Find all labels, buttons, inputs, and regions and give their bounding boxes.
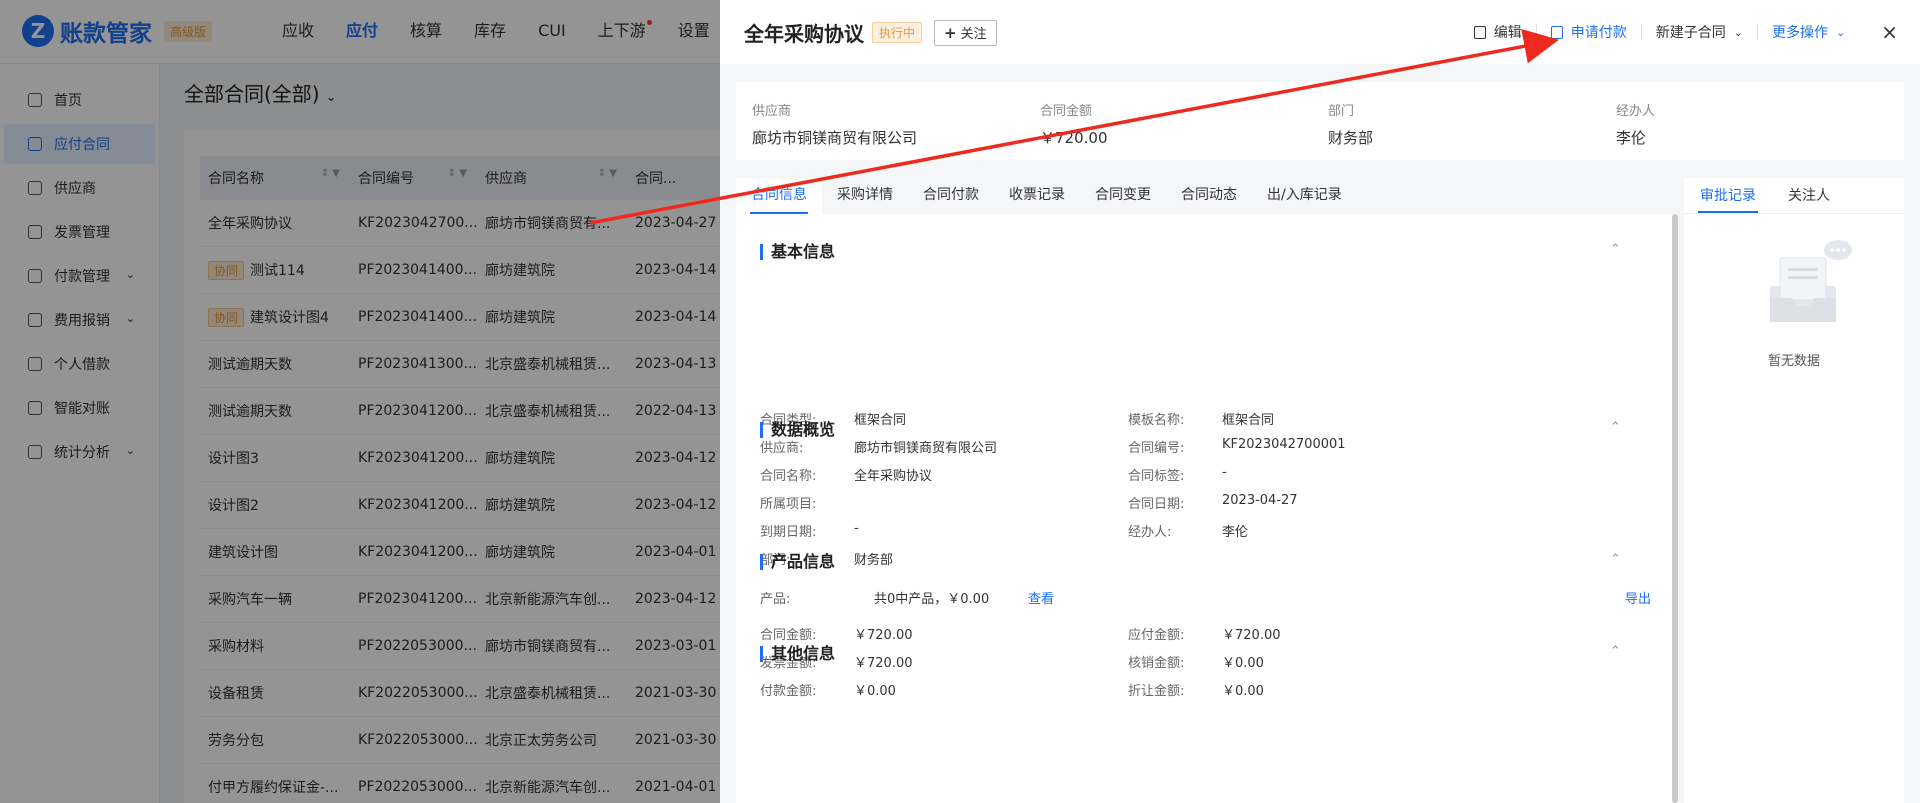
tab-stock-records[interactable]: 出/入库记录: [1252, 178, 1357, 214]
follow-button[interactable]: + 关注: [934, 20, 997, 46]
other-info-title: 其他信息: [760, 646, 835, 662]
data-overview-title: 数据概览: [760, 422, 835, 438]
empty-state-text: 暂无数据: [1767, 354, 1820, 369]
field-value: ￥0.00: [1222, 684, 1264, 699]
contract-detail-panel: 合同信息 采购详情 合同付款 收票记录 合同变更 合同动态 出/入库记录 基本信…: [736, 178, 1678, 803]
edit-icon: [1473, 25, 1486, 39]
status-badge: 执行中: [872, 22, 923, 43]
field-value: 李伦: [1222, 525, 1249, 540]
drawer-header: 全年采购协议 执行中 + 关注 编辑 申请付款 新建子合同 ⌄ 更多操作 ⌄ ×: [720, 0, 1920, 64]
summary-supplier: 供应商廊坊市铜镁商贸有限公司: [752, 100, 1040, 160]
field-value: 框架合同: [854, 413, 907, 428]
field-label: 合同标签:: [1128, 469, 1185, 484]
field-value: 全年采购协议: [854, 469, 933, 484]
field-label: 模板名称:: [1128, 413, 1185, 428]
edit-label: 编辑: [1493, 25, 1522, 41]
field-value: -: [1222, 465, 1227, 480]
detail-tabs: 合同信息 采购详情 合同付款 收票记录 合同变更 合同动态 出/入库记录: [736, 178, 1678, 214]
export-link[interactable]: 导出: [1625, 588, 1651, 607]
plus-icon: +: [944, 24, 957, 42]
field-value: ￥720.00: [1222, 628, 1281, 643]
summary-value: 廊坊市铜镁商贸有限公司: [752, 129, 918, 147]
field-value: KF2023042700001: [1222, 437, 1346, 452]
new-sub-contract-label: 新建子合同: [1655, 25, 1726, 41]
empty-inbox-icon: [1770, 240, 1852, 322]
more-actions-label: 更多操作: [1772, 25, 1829, 41]
field-value: ￥0.00: [1222, 656, 1264, 671]
summary-value: ￥720.00: [1040, 129, 1108, 147]
approval-tabs: 审批记录 关注人: [1684, 178, 1904, 214]
field-label: 合同金额:: [760, 628, 817, 643]
field-label: 经办人:: [1128, 525, 1172, 540]
field-value: 廊坊市铜镁商贸有限公司: [854, 441, 998, 456]
summary-label: 供应商: [752, 104, 792, 119]
tab-invoice-records[interactable]: 收票记录: [994, 178, 1080, 214]
field-value: 框架合同: [1222, 413, 1275, 428]
payment-request-icon: [1550, 25, 1563, 39]
drawer-overlay-mask[interactable]: [0, 0, 720, 803]
tab-contract-info[interactable]: 合同信息: [736, 178, 822, 214]
summary-department: 部门 财务部: [1328, 100, 1616, 160]
collapse-up-icon[interactable]: ⌃: [1610, 644, 1621, 659]
tab-contract-activity[interactable]: 合同动态: [1166, 178, 1252, 214]
approval-panel: 审批记录 关注人 暂无数据: [1684, 178, 1904, 803]
field-label: 到期日期:: [760, 525, 817, 540]
new-sub-contract-dropdown[interactable]: 新建子合同 ⌄: [1642, 22, 1757, 42]
tab-approval-records[interactable]: 审批记录: [1684, 178, 1772, 213]
collapse-up-icon[interactable]: ⌃: [1610, 420, 1621, 435]
field-label: 核销金额:: [1128, 656, 1185, 671]
field-label: 应付金额:: [1128, 628, 1185, 643]
field-label: 供应商:: [760, 441, 804, 456]
basic-info-title: 基本信息: [760, 244, 835, 260]
tab-purchase-detail[interactable]: 采购详情: [822, 178, 908, 214]
field-value: 财务部: [854, 553, 894, 568]
chevron-down-icon: ⌄: [1733, 25, 1744, 39]
collapse-up-icon[interactable]: ⌃: [1610, 242, 1621, 257]
field-label: 合同名称:: [760, 469, 817, 484]
field-label: 合同日期:: [1128, 497, 1185, 512]
scrollbar[interactable]: [1672, 214, 1678, 803]
summary-value: 李伦: [1616, 129, 1647, 147]
close-icon[interactable]: ×: [1859, 20, 1920, 44]
summary-handler: 经办人 李伦: [1616, 100, 1904, 160]
summary-label: 经办人: [1616, 104, 1656, 119]
summary-label: 部门: [1328, 104, 1355, 119]
product-info-title: 产品信息: [760, 554, 835, 570]
tab-followers[interactable]: 关注人: [1772, 178, 1846, 213]
summary-amount: 合同金额 ￥720.00: [1040, 100, 1328, 160]
field-label: 合同编号:: [1128, 441, 1185, 456]
contract-summary: 供应商廊坊市铜镁商贸有限公司 合同金额 ￥720.00 部门财务部 经办人李伦: [736, 82, 1904, 160]
field-label: 折让金额:: [1128, 684, 1185, 699]
tab-contract-payment[interactable]: 合同付款: [908, 178, 994, 214]
contract-detail-drawer: 全年采购协议 执行中 + 关注 编辑 申请付款 新建子合同 ⌄ 更多操作 ⌄ × 供应…: [720, 0, 1920, 803]
summary-value: 财务部: [1328, 129, 1374, 147]
field-value: ￥720.00: [854, 656, 913, 671]
more-actions-dropdown[interactable]: 更多操作 ⌄: [1758, 22, 1859, 42]
view-products-link[interactable]: 查看: [1028, 588, 1054, 607]
chevron-down-icon: ⌄: [1836, 25, 1846, 39]
tab-contract-changes[interactable]: 合同变更: [1080, 178, 1166, 214]
field-value: -: [854, 521, 859, 536]
drawer-title: 全年采购协议: [744, 22, 864, 46]
field-value: ￥0.00: [854, 684, 896, 699]
field-label: 付款金额:: [760, 684, 817, 699]
apply-payment-label: 申请付款: [1570, 25, 1627, 41]
collapse-up-icon[interactable]: ⌃: [1610, 552, 1621, 567]
field-value: ￥720.00: [854, 628, 913, 643]
field-value: 2023-04-27: [1222, 493, 1298, 508]
field-label: 所属项目:: [760, 497, 817, 512]
product-label: 产品:: [760, 592, 791, 607]
drawer-actions: 编辑 申请付款 新建子合同 ⌄ 更多操作 ⌄ ×: [1460, 0, 1920, 64]
summary-label: 合同金额: [1040, 104, 1093, 119]
edit-button[interactable]: 编辑: [1460, 22, 1536, 42]
follow-button-label: 关注: [960, 27, 987, 42]
apply-payment-button[interactable]: 申请付款: [1537, 22, 1641, 42]
product-value: 共0中产品，￥0.00: [874, 592, 990, 607]
